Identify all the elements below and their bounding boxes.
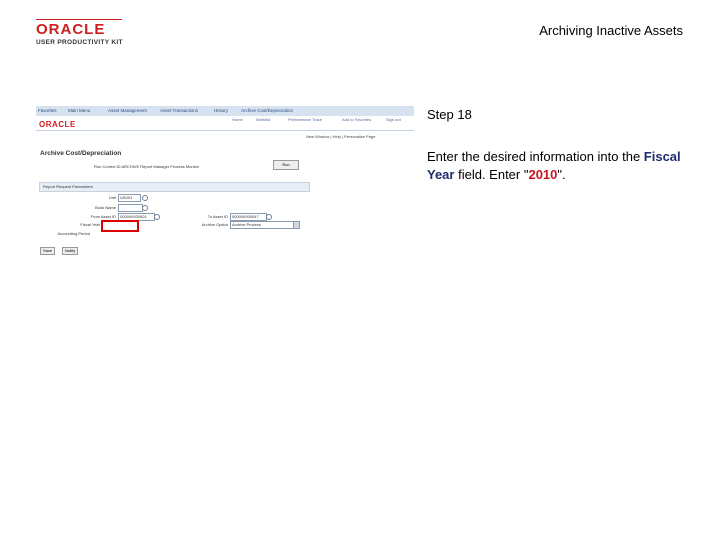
book-lookup-icon[interactable]	[142, 205, 148, 211]
app-screenshot: Favorites Main Menu Asset Management Ass…	[36, 106, 414, 256]
instruction-mid: field. Enter "	[454, 167, 529, 182]
top-menu: Home Worklist Performance Trace Add to F…	[226, 117, 412, 124]
nav-asset-transactions[interactable]: Asset Transactions	[160, 108, 198, 113]
from-asset-lookup-icon[interactable]	[154, 214, 160, 220]
book-field[interactable]	[118, 204, 143, 212]
logo-rule	[36, 19, 122, 20]
to-asset-label: To Asset ID	[207, 214, 228, 219]
document-title: Archiving Inactive Assets	[539, 23, 683, 38]
book-label: Book Name	[95, 205, 116, 210]
upk-wordmark: USER PRODUCTIVITY KIT	[36, 39, 123, 46]
instruction-pre: Enter the desired information into the	[427, 149, 644, 164]
notify-button[interactable]: Notify	[62, 247, 79, 255]
instruction-post: ".	[557, 167, 566, 182]
period-label: Accounting Period	[57, 231, 90, 236]
run-control-line: Run Control ID ARCHIVE Report Manager Pr…	[94, 164, 200, 169]
oracle-upk-logo: ORACLE USER PRODUCTIVITY KIT	[36, 19, 123, 46]
parameters-group-header: Report Request Parameters	[39, 182, 310, 192]
instruction-value: 2010	[528, 167, 558, 182]
archive-option-label: Archive Option	[201, 222, 228, 227]
header-divider	[36, 130, 414, 131]
menu-sign-out[interactable]: Sign out	[386, 117, 401, 122]
menu-worklist[interactable]: Worklist	[256, 117, 270, 122]
unit-field[interactable]: US001	[118, 194, 141, 202]
nav-archive[interactable]: Archive Cost/Depreciation	[241, 108, 293, 113]
archive-option-select[interactable]: Archive Process	[230, 221, 297, 229]
instruction-text: Enter the desired information into the F…	[427, 148, 689, 184]
nav-history[interactable]: History	[214, 108, 228, 113]
save-button[interactable]: Save	[40, 247, 56, 255]
menu-home[interactable]: Home	[232, 117, 243, 122]
nav-favorites[interactable]: Favorites	[38, 108, 57, 113]
to-asset-lookup-icon[interactable]	[266, 214, 272, 220]
breadcrumb-bar: Favorites Main Menu Asset Management Ass…	[36, 106, 414, 116]
nav-main-menu[interactable]: Main Menu	[68, 108, 90, 113]
chevron-down-icon[interactable]	[293, 221, 300, 229]
fiscal-year-field[interactable]	[101, 220, 139, 232]
menu-add-favorites[interactable]: Add to Favorites	[342, 117, 371, 122]
page-title: Archive Cost/Depreciation	[40, 150, 122, 157]
unit-lookup-icon[interactable]	[142, 195, 148, 201]
step-label: Step 18	[427, 107, 472, 122]
page-links[interactable]: New Window | Help | Personalize Page	[306, 134, 375, 139]
oracle-wordmark: ORACLE	[36, 21, 106, 38]
menu-performance-trace[interactable]: Performance Trace	[288, 117, 322, 122]
from-asset-label: From Asset ID	[90, 214, 116, 219]
run-button[interactable]: Run	[273, 160, 299, 170]
fiscal-year-label: Fiscal Year	[80, 222, 100, 227]
screenshot-oracle-logo: ORACLE	[39, 120, 76, 129]
unit-label: Unit	[108, 195, 116, 200]
to-asset-field[interactable]: 000000000047	[230, 213, 267, 221]
nav-asset-management[interactable]: Asset Management	[108, 108, 147, 113]
